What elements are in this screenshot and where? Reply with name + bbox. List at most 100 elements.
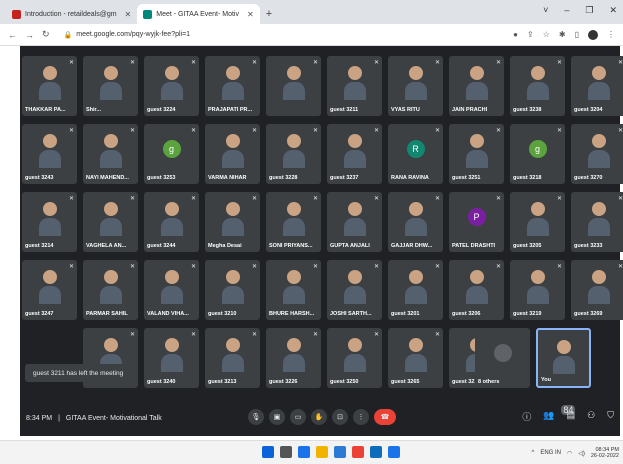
- participant-tile[interactable]: ✕ PARMAR SAHIL: [83, 260, 138, 320]
- minimize-button[interactable]: –: [564, 5, 569, 16]
- close-tab-icon[interactable]: ✕: [247, 10, 254, 19]
- participant-tile[interactable]: ✕ Shir...: [83, 56, 138, 116]
- menu-dots-icon[interactable]: ⋮: [607, 30, 615, 40]
- close-window-button[interactable]: ✕: [609, 5, 617, 16]
- participant-tile[interactable]: ✕ guest 3269: [571, 260, 623, 320]
- host-controls-button[interactable]: ⛉: [607, 410, 614, 423]
- participant-tile[interactable]: ✕ guest 3250: [327, 328, 382, 388]
- participant-name: guest 3265: [391, 379, 420, 385]
- participant-tile[interactable]: ✕ VYAS RITU: [388, 56, 443, 116]
- participant-tile[interactable]: ✕ guest 3270: [571, 124, 623, 184]
- participant-tile[interactable]: ✕ guest 3233: [571, 192, 623, 252]
- back-icon[interactable]: ←: [8, 30, 17, 40]
- tab-search-button[interactable]: ˅: [543, 5, 548, 16]
- participant-tile[interactable]: ✕ guest 3210: [205, 260, 260, 320]
- participant-tile[interactable]: ✕ THAKKAR PA...: [22, 56, 77, 116]
- taskbar-app-icon[interactable]: [298, 446, 310, 458]
- participant-tile[interactable]: ✕ guest 3243: [22, 124, 77, 184]
- participant-name: THAKKAR PA...: [25, 107, 66, 113]
- clock[interactable]: 08:34 PM 26-02-2022: [591, 447, 619, 459]
- participant-tile[interactable]: g ✕ guest 3218: [510, 124, 565, 184]
- participant-tile[interactable]: ✕ guest 3244: [144, 192, 199, 252]
- captions-button[interactable]: ▭: [290, 409, 306, 425]
- participant-tile[interactable]: ✕ VALAND VIHA...: [144, 260, 199, 320]
- participant-tile[interactable]: ✕ BHURE HARSH...: [266, 260, 321, 320]
- present-button[interactable]: ⊡: [332, 409, 348, 425]
- participant-tile[interactable]: ✕ NAYI MAHEND...: [83, 124, 138, 184]
- participant-tile[interactable]: ✕ guest 3228: [266, 124, 321, 184]
- participant-tile[interactable]: ✕ guest 3237: [327, 124, 382, 184]
- url-field[interactable]: 🔒 meet.google.com/pqy-wyjk-fee?pli=1: [64, 31, 191, 39]
- close-tab-icon[interactable]: ✕: [125, 10, 132, 19]
- participant-tile[interactable]: ✕ guest 3214: [22, 192, 77, 252]
- participant-name: GAJJAR DHW...: [391, 243, 433, 249]
- share-icon[interactable]: ⇪: [527, 30, 534, 40]
- reload-icon[interactable]: ↻: [42, 29, 50, 40]
- participant-tile[interactable]: ✕ PRAJAPATI PR...: [205, 56, 260, 116]
- profile-avatar[interactable]: [588, 29, 598, 40]
- chat-button[interactable]: ▤: [567, 410, 576, 423]
- participant-tile[interactable]: ✕ guest 3201: [388, 260, 443, 320]
- participant-tile[interactable]: ✕ guest 3247: [22, 260, 77, 320]
- volume-icon[interactable]: ◁): [578, 450, 585, 457]
- end-call-button[interactable]: ☎: [374, 409, 396, 425]
- participant-tile[interactable]: R ✕ RANA RAVINA: [388, 124, 443, 184]
- activities-button[interactable]: ⚇: [587, 410, 595, 423]
- participant-tile[interactable]: ✕ SONI PRIYANS...: [266, 192, 321, 252]
- bookmark-star-icon[interactable]: ☆: [543, 30, 550, 40]
- tray-chevron-icon[interactable]: ^: [531, 450, 534, 456]
- taskbar-app-icon[interactable]: [370, 446, 382, 458]
- participant-tile[interactable]: ✕ guest 3226: [266, 328, 321, 388]
- participant-tile[interactable]: ✕ guest 3211: [327, 56, 382, 116]
- tab-gmail[interactable]: Introduction - retaildeals@gm ✕: [6, 4, 137, 24]
- taskbar-app-icon[interactable]: [388, 446, 400, 458]
- forward-icon[interactable]: →: [25, 30, 34, 40]
- sidebar-icon[interactable]: ▯: [575, 30, 579, 40]
- participant-tile[interactable]: ✕ guest 3205: [510, 192, 565, 252]
- camera-button[interactable]: ▣: [269, 409, 285, 425]
- mic-muted-icon: ✕: [190, 128, 196, 134]
- taskbar-app-icon[interactable]: [334, 446, 346, 458]
- participant-tile[interactable]: ✕: [266, 56, 321, 116]
- participant-tile[interactable]: ✕ guest 3251: [449, 124, 504, 184]
- tab-meet[interactable]: Meet - GITAA Event- Motiv ✕: [137, 4, 260, 24]
- taskbar-app-icon[interactable]: [280, 446, 292, 458]
- mic-muted-icon: ✕: [129, 264, 135, 270]
- info-button[interactable]: ⓘ: [522, 410, 531, 423]
- participant-tile[interactable]: ✕ JAIN PRACHI: [449, 56, 504, 116]
- participant-tile[interactable]: ✕ guest 3224: [144, 56, 199, 116]
- raise-hand-button[interactable]: ✋: [311, 409, 327, 425]
- participant-tile[interactable]: ✕ guest 3265: [388, 328, 443, 388]
- people-button[interactable]: 👥 84: [543, 405, 576, 423]
- self-view-tile[interactable]: You: [536, 328, 591, 388]
- new-tab-button[interactable]: +: [266, 8, 272, 20]
- participant-tile[interactable]: P ✕ PATEL DRASHTI: [449, 192, 504, 252]
- participant-tile[interactable]: ✕ guest 3206: [449, 260, 504, 320]
- taskbar-app-icon[interactable]: [352, 446, 364, 458]
- participant-tile[interactable]: ✕ guest 3213: [205, 328, 260, 388]
- others-tile[interactable]: 8 others: [475, 328, 530, 388]
- participant-tile[interactable]: ✕ guest 3204: [571, 56, 623, 116]
- mic-muted-icon: ✕: [434, 264, 440, 270]
- participant-tile[interactable]: ✕ JOSHI SARTH...: [327, 260, 382, 320]
- participant-tile[interactable]: g ✕ guest 3253: [144, 124, 199, 184]
- participant-tile[interactable]: ✕ VARMA NIHAR: [205, 124, 260, 184]
- participant-tile[interactable]: ✕ guest 3238: [510, 56, 565, 116]
- mic-muted-icon: ✕: [190, 264, 196, 270]
- language-indicator[interactable]: ENG IN: [540, 450, 561, 456]
- participant-tile[interactable]: ✕ GAJJAR DHW...: [388, 192, 443, 252]
- more-options-button[interactable]: ⋮: [353, 409, 369, 425]
- participant-tile[interactable]: ✕ VAGHELA AN...: [83, 192, 138, 252]
- taskbar-app-icon[interactable]: [316, 446, 328, 458]
- participant-tile[interactable]: ✕ GUPTA ANJALI: [327, 192, 382, 252]
- taskbar-app-icon[interactable]: [262, 446, 274, 458]
- mic-button[interactable]: 🎙: [248, 409, 264, 425]
- maximize-button[interactable]: ❐: [585, 5, 593, 16]
- wifi-icon[interactable]: ◠: [567, 450, 572, 457]
- extensions-icon[interactable]: ✱: [559, 30, 566, 40]
- video-feed: [465, 66, 488, 100]
- camera-indicator-icon[interactable]: ●: [513, 30, 518, 40]
- participant-tile[interactable]: ✕ guest 3240: [144, 328, 199, 388]
- participant-tile[interactable]: ✕ Megha Desai: [205, 192, 260, 252]
- participant-tile[interactable]: ✕ guest 3219: [510, 260, 565, 320]
